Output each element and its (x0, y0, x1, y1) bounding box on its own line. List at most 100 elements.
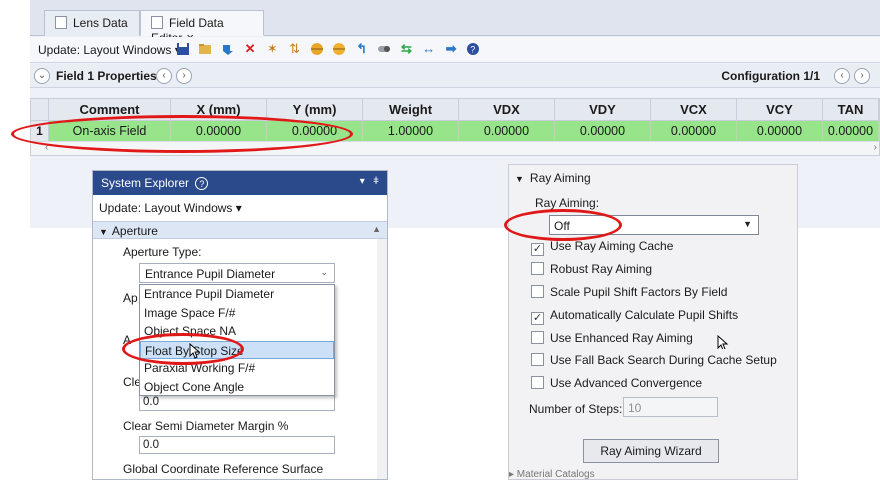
tab-label: Lens Data (73, 16, 128, 30)
checkbox-scale-pupil-shift[interactable]: Scale Pupil Shift Factors By Field (531, 285, 727, 301)
number-of-steps-input[interactable]: 10 (623, 397, 718, 417)
insert-icon[interactable] (221, 42, 235, 56)
panel-menu-icon[interactable]: ▾ (360, 176, 365, 187)
table-cell-vcy[interactable]: 0.00000 (737, 121, 823, 141)
ray-aiming-wizard-button[interactable]: Ray Aiming Wizard (583, 439, 719, 463)
section-title: Aperture (111, 224, 158, 238)
checkbox-label: Automatically Calculate Pupil Shifts (550, 308, 739, 322)
column-header-vdx[interactable]: VDX (459, 99, 555, 121)
checkbox-label: Use Enhanced Ray Aiming (550, 331, 693, 345)
help-icon[interactable]: ? (195, 177, 209, 190)
svg-text:?: ? (471, 44, 476, 54)
ray-aiming-label: Ray Aiming: (535, 196, 600, 210)
pin-icon[interactable]: ǂ (373, 176, 379, 187)
sort-icon[interactable]: ⇅ (288, 41, 302, 56)
next-config-button[interactable]: › (854, 68, 870, 84)
grid-corner (31, 99, 49, 121)
aperture-section-header[interactable]: ▼ Aperture ▲ (93, 221, 387, 239)
field-properties-title: Field 1 Properties (56, 69, 157, 83)
ray-aiming-section-header[interactable]: ▼ Ray Aiming (515, 171, 591, 185)
system-explorer-title-bar: System Explorer ? ▾ ǂ (93, 171, 387, 195)
checkbox-enhanced-ray-aiming[interactable]: Use Enhanced Ray Aiming (531, 331, 693, 347)
column-header-vcx[interactable]: VCX (651, 99, 737, 121)
global-reference-label: Global Coordinate Reference Surface (123, 462, 324, 476)
vertical-scrollbar[interactable] (377, 239, 387, 479)
wand-icon[interactable]: ✶ (265, 41, 279, 56)
tab-field-data-editor[interactable]: Field Data Editor× (140, 10, 264, 45)
save-icon[interactable] (176, 42, 190, 56)
margin-input[interactable]: 0.0 (139, 436, 335, 454)
caret-down-icon: ▼ (515, 174, 524, 184)
aperture-type-label: Aperture Type: (123, 245, 202, 259)
checkbox-auto-pupil-shifts[interactable]: ✓ Automatically Calculate Pupil Shifts (531, 308, 739, 325)
table-cell-vdy[interactable]: 0.00000 (555, 121, 651, 141)
mouse-cursor-icon (717, 335, 729, 349)
chevron-down-icon: ⌄ (320, 267, 328, 277)
sphere-icon-2[interactable] (332, 42, 346, 56)
checkbox-box[interactable] (531, 376, 544, 389)
select-value: Entrance Pupil Diameter (145, 267, 276, 281)
table-cell-vcx[interactable]: 0.00000 (651, 121, 737, 141)
swap-icon[interactable]: ⇆ (399, 41, 413, 56)
update-layout-dropdown[interactable]: Update: Layout Windows ▾ (99, 201, 242, 215)
table-cell-tan[interactable]: 0.00000 (823, 121, 879, 141)
checkbox-use-ray-aiming-cache[interactable]: ✓ Use Ray Aiming Cache (531, 239, 674, 256)
editor-toolbar: Update: Layout Windows ▾ ✕ ✶ ⇅ ↰ ⇆ ↔ ➡ ? (30, 37, 880, 63)
system-explorer-panel: System Explorer ? ▾ ǂ Update: Layout Win… (92, 170, 388, 480)
table-cell-vdx[interactable]: 0.00000 (459, 121, 555, 141)
update-layout-dropdown[interactable]: Update: Layout Windows ▾ (38, 43, 181, 57)
right-arrow-icon[interactable]: ➡ (444, 41, 458, 56)
column-header-vdy[interactable]: VDY (555, 99, 651, 121)
checkbox-fall-back-search[interactable]: Use Fall Back Search During Cache Setup (531, 353, 777, 369)
sphere-icon[interactable] (310, 42, 324, 56)
checkbox-advanced-convergence[interactable]: Use Advanced Convergence (531, 376, 702, 392)
annotation-ring-float-by-stop-size (122, 333, 244, 365)
checkbox-box[interactable]: ✓ (531, 243, 544, 256)
partial-label: Ap (123, 291, 138, 305)
table-cell-weight[interactable]: 1.00000 (363, 121, 459, 141)
open-folder-icon[interactable] (198, 42, 212, 56)
aperture-type-select[interactable]: Entrance Pupil Diameter ⌄ (139, 263, 335, 283)
checkbox-label: Use Advanced Convergence (550, 376, 703, 390)
next-field-button[interactable]: › (176, 68, 192, 84)
checkbox-label: Scale Pupil Shift Factors By Field (550, 285, 728, 299)
column-header-tan[interactable]: TAN (823, 99, 879, 121)
option-object-cone-angle[interactable]: Object Cone Angle (140, 378, 334, 397)
annotation-ring-field-row (11, 115, 353, 153)
configuration-title: Configuration 1/1 (721, 69, 820, 83)
previous-field-button[interactable]: ‹ (156, 68, 172, 84)
checkbox-box[interactable]: ✓ (531, 312, 544, 325)
expand-icon[interactable]: ↔ (422, 41, 436, 56)
number-of-steps-label: Number of Steps: (529, 402, 623, 416)
annotation-ring-ray-aiming-off (504, 209, 622, 241)
option-entrance-pupil-diameter[interactable]: Entrance Pupil Diameter (140, 285, 334, 304)
column-header-weight[interactable]: Weight (363, 99, 459, 121)
system-explorer-title: System Explorer (101, 176, 190, 190)
caret-down-icon: ▼ (99, 227, 108, 237)
checkbox-box[interactable] (531, 262, 544, 275)
checkbox-box[interactable] (531, 285, 544, 298)
checkbox-box[interactable] (531, 353, 544, 366)
help-icon[interactable]: ? (466, 42, 480, 56)
tab-lens-data[interactable]: Lens Data (44, 10, 140, 36)
chevron-down-icon[interactable]: ⌄ (34, 68, 50, 84)
margin-label: Clear Semi Diameter Margin % (123, 419, 289, 433)
checkbox-label: Use Ray Aiming Cache (550, 239, 674, 253)
column-header-vcy[interactable]: VCY (737, 99, 823, 121)
checkbox-label: Robust Ray Aiming (550, 262, 653, 276)
caret-down-icon: ▼ (743, 219, 752, 229)
delete-icon[interactable]: ✕ (243, 41, 257, 56)
arrow-icon[interactable]: ↰ (355, 41, 369, 56)
scroll-up-icon[interactable]: ▲ (372, 224, 381, 234)
field-properties-bar: ⌄ Field 1 Properties ‹ › Configuration 1… (30, 64, 880, 88)
checkbox-box[interactable] (531, 331, 544, 344)
material-catalogs-partial[interactable]: ▸ Material Catalogs (509, 469, 595, 480)
previous-config-button[interactable]: ‹ (834, 68, 850, 84)
scroll-right-icon[interactable]: › (874, 142, 877, 153)
toggle-icon[interactable] (377, 42, 391, 56)
document-icon (55, 16, 67, 29)
option-image-space-f[interactable]: Image Space F/# (140, 304, 334, 323)
document-icon (151, 16, 163, 29)
section-title: Ray Aiming (529, 171, 591, 185)
checkbox-robust-ray-aiming[interactable]: Robust Ray Aiming (531, 262, 652, 278)
